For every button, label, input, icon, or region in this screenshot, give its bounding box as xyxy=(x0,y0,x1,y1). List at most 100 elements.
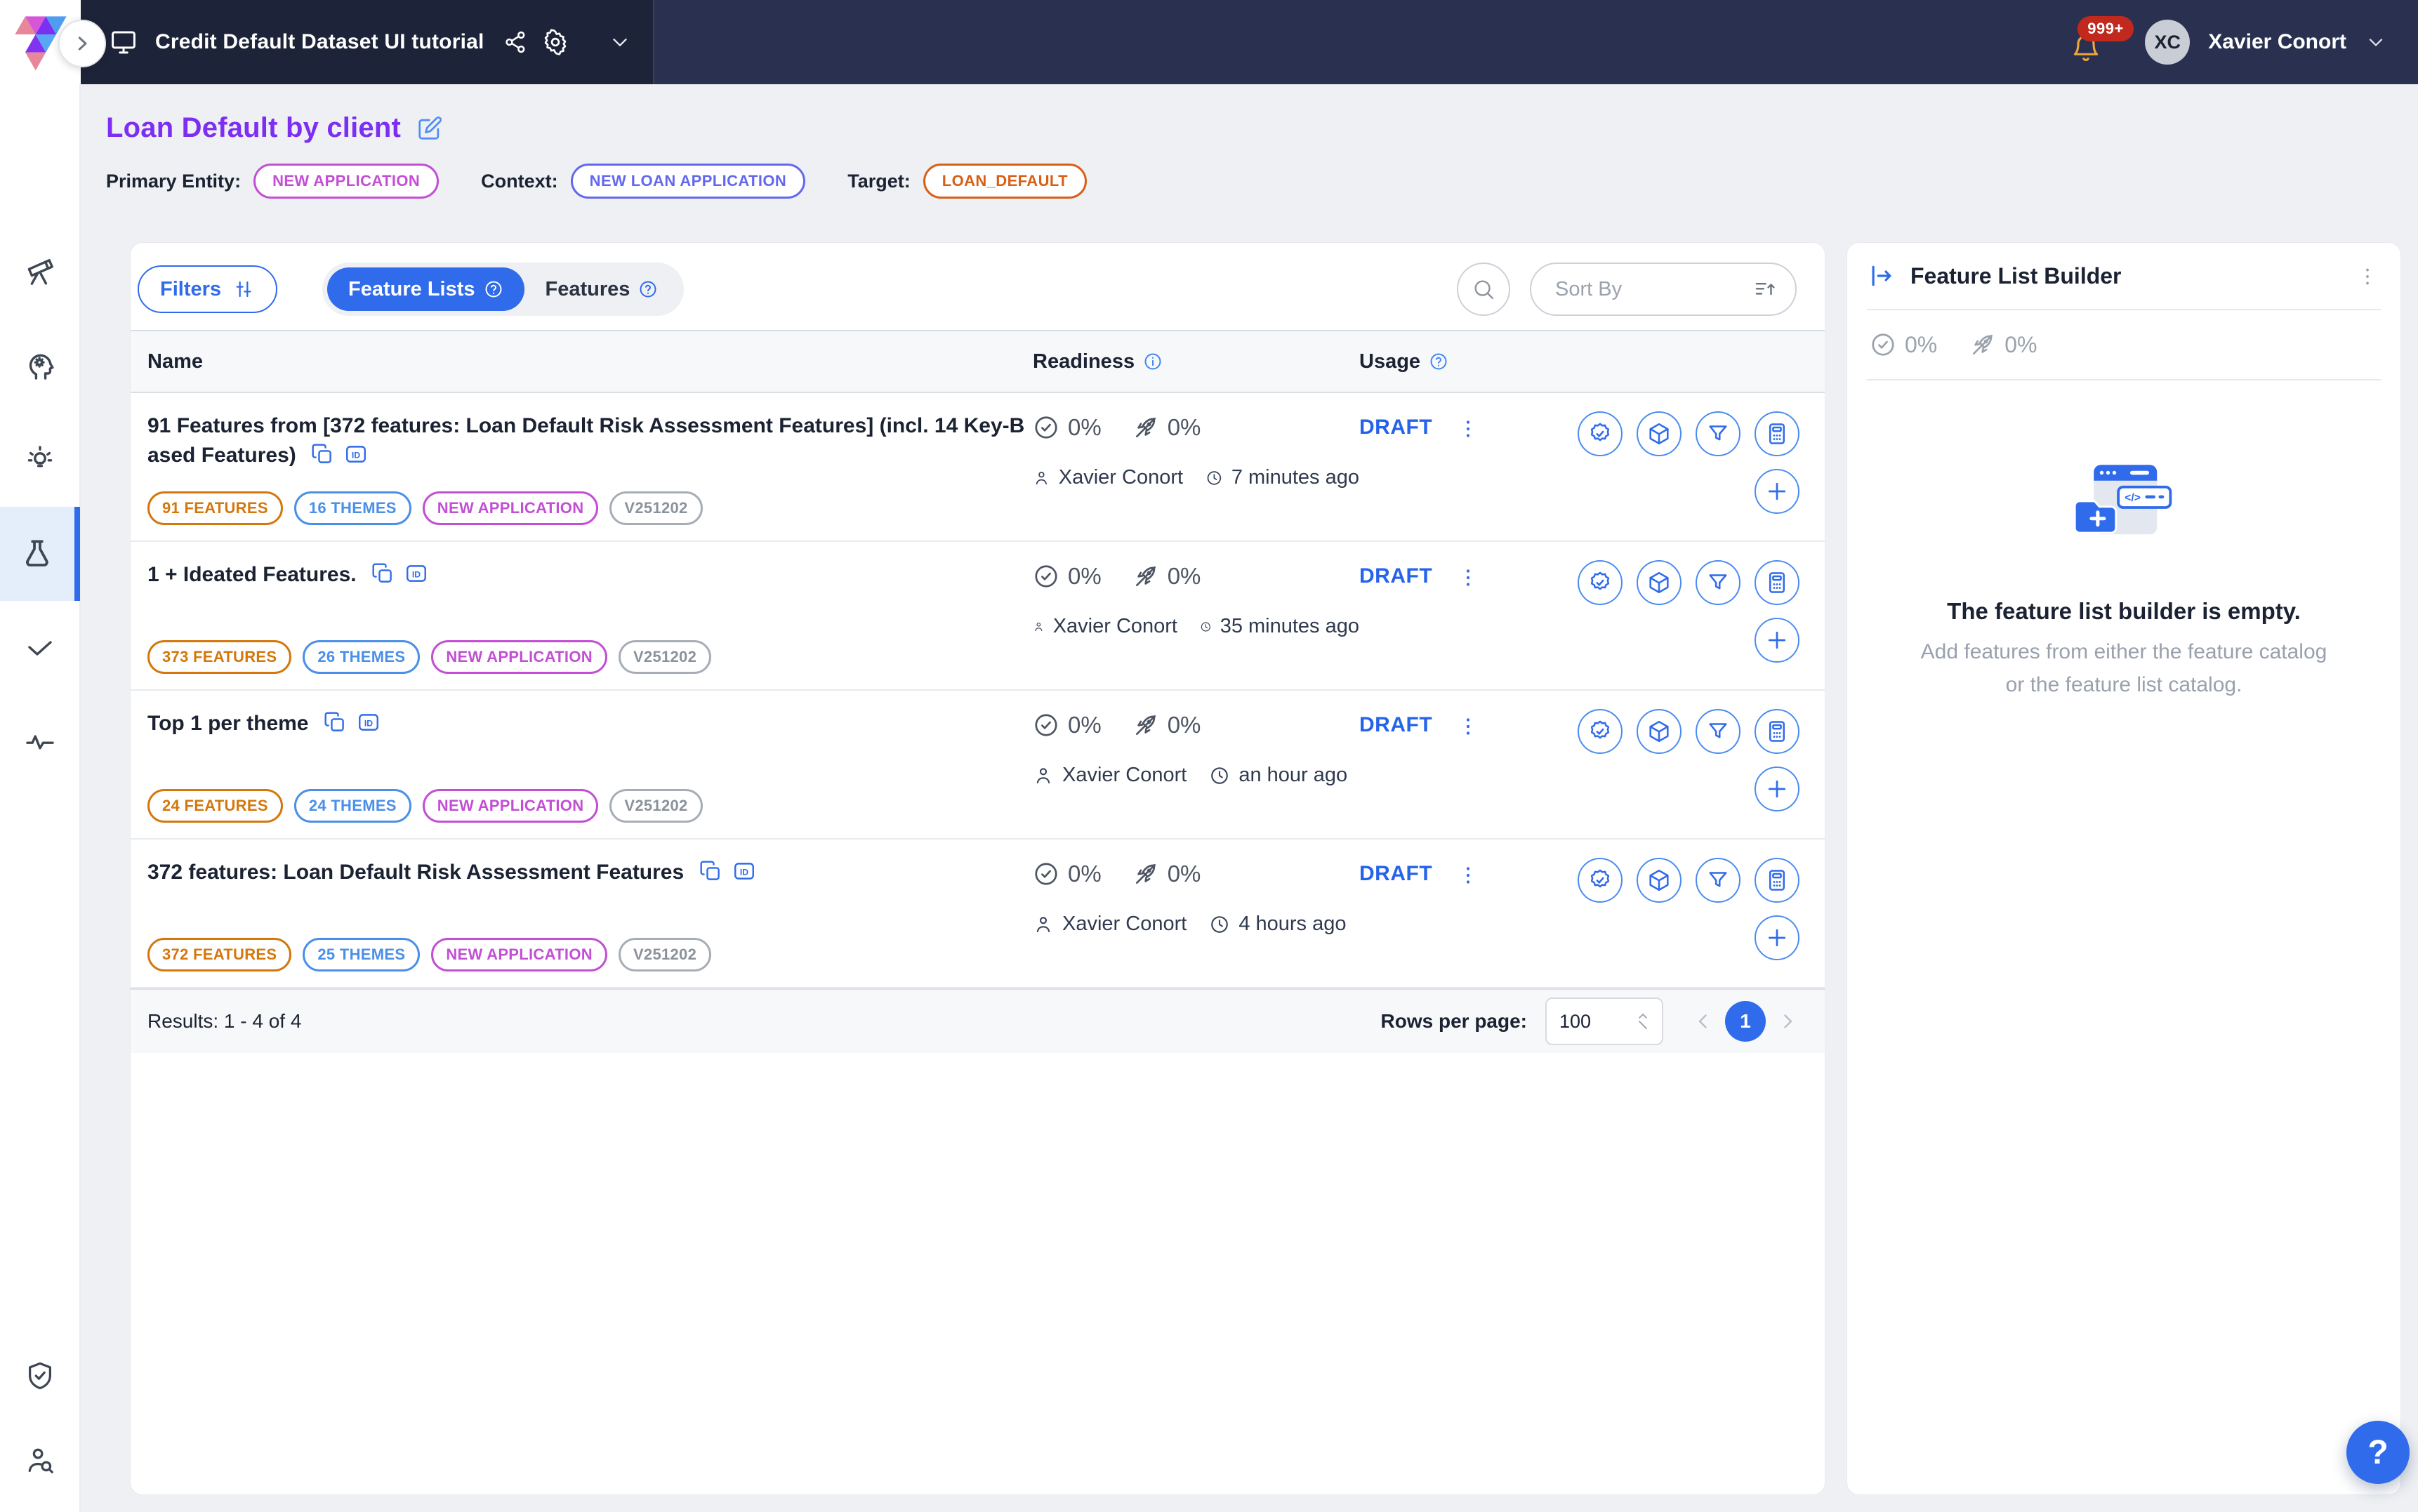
deploy-action-button[interactable] xyxy=(1637,709,1682,754)
help-button[interactable]: ? xyxy=(2346,1421,2410,1484)
sort-by-dropdown[interactable]: Sort By xyxy=(1530,263,1797,316)
tab-feature-lists[interactable]: Feature Lists xyxy=(327,267,524,311)
copy-id-icon[interactable]: ID xyxy=(732,859,756,883)
add-to-builder-button[interactable] xyxy=(1755,767,1799,811)
share-icon[interactable] xyxy=(503,29,528,55)
notifications-button[interactable]: 999+ xyxy=(2069,18,2108,67)
tab-features[interactable]: Features xyxy=(524,267,680,311)
top-navbar: Credit Default Dataset UI tutorial 999+ … xyxy=(0,0,2418,84)
filter-action-button[interactable] xyxy=(1696,560,1740,605)
row-meta: Xavier Conort 35 minutes ago xyxy=(1033,615,1359,638)
question-circle-icon xyxy=(484,279,503,299)
filter-action-button[interactable] xyxy=(1696,858,1740,903)
compute-action-button[interactable] xyxy=(1755,560,1799,605)
funnel-icon xyxy=(1705,719,1731,744)
features-count-badge: 373 FEATURES xyxy=(147,640,291,674)
row-kebab-menu-icon[interactable] xyxy=(1456,863,1480,887)
plus-icon xyxy=(1764,627,1790,654)
copy-name-icon[interactable] xyxy=(371,562,395,585)
column-header-name[interactable]: Name xyxy=(131,350,1033,373)
filter-action-button[interactable] xyxy=(1696,411,1740,456)
user-icon xyxy=(1033,914,1054,935)
project-selector[interactable]: Credit Default Dataset UI tutorial xyxy=(81,0,653,84)
sidebar-item-monitor[interactable] xyxy=(0,695,80,789)
telescope-icon xyxy=(23,255,57,289)
row-author: Xavier Conort xyxy=(1053,615,1177,638)
sidebar-item-user-audit[interactable] xyxy=(0,1418,80,1502)
readiness-action-button[interactable] xyxy=(1578,411,1623,456)
feature-list-row: 91 Features from [372 features: Loan Def… xyxy=(131,393,1825,542)
page-next-icon[interactable] xyxy=(1776,1009,1799,1033)
filter-action-button[interactable] xyxy=(1696,709,1740,754)
sidebar-expand-button[interactable] xyxy=(58,20,106,67)
plus-icon xyxy=(1764,478,1790,505)
cube-icon xyxy=(1646,719,1672,744)
search-icon xyxy=(1472,277,1495,301)
copy-name-icon[interactable] xyxy=(699,859,722,883)
filters-button[interactable]: Filters xyxy=(138,265,277,313)
copy-id-icon[interactable]: ID xyxy=(357,710,381,734)
builder-kebab-menu-icon[interactable] xyxy=(2356,265,2379,289)
rows-per-page-select[interactable]: 100 xyxy=(1545,997,1663,1045)
online-metric: 0% xyxy=(1132,414,1201,441)
compute-action-button[interactable] xyxy=(1755,411,1799,456)
sidebar-item-knowledge[interactable] xyxy=(0,319,80,413)
builder-title: Feature List Builder xyxy=(1910,263,2122,289)
seal-check-icon xyxy=(1587,570,1613,595)
feature-list-name[interactable]: Top 1 per theme xyxy=(147,712,308,735)
deploy-action-button[interactable] xyxy=(1637,411,1682,456)
rocket-off-icon xyxy=(1132,712,1159,738)
sidebar-item-validate[interactable] xyxy=(0,601,80,695)
readiness-action-button[interactable] xyxy=(1578,858,1623,903)
feature-list-name[interactable]: 372 features: Loan Default Risk Assessme… xyxy=(147,861,684,884)
copy-id-icon[interactable]: ID xyxy=(344,442,368,466)
builder-readiness-value: 0% xyxy=(1905,332,1937,358)
feature-list-name[interactable]: 91 Features from [372 features: Loan Def… xyxy=(147,414,1024,467)
user-icon xyxy=(1033,467,1050,489)
user-menu-chevron-down-icon[interactable] xyxy=(2365,31,2387,53)
page-number-button[interactable]: 1 xyxy=(1725,1001,1766,1042)
cube-icon xyxy=(1646,868,1672,893)
row-kebab-menu-icon[interactable] xyxy=(1456,715,1480,738)
edit-pencil-icon[interactable] xyxy=(416,115,443,142)
copy-name-icon[interactable] xyxy=(323,710,347,734)
row-updated: 7 minutes ago xyxy=(1231,466,1359,489)
readiness-action-button[interactable] xyxy=(1578,560,1623,605)
add-to-builder-button[interactable] xyxy=(1755,469,1799,514)
feature-list-name[interactable]: 1 + Ideated Features. xyxy=(147,563,357,586)
rows-per-page-value: 100 xyxy=(1559,1011,1591,1033)
list-toolbar: Filters Feature Lists Features xyxy=(138,263,1797,316)
panel-collapse-arrow-icon[interactable] xyxy=(1868,263,1895,289)
row-kebab-menu-icon[interactable] xyxy=(1456,417,1480,441)
svg-text:ID: ID xyxy=(740,867,748,877)
user-avatar[interactable]: XC xyxy=(2145,20,2190,65)
cube-icon xyxy=(1646,570,1672,595)
sidebar-item-ideate[interactable] xyxy=(0,413,80,507)
deploy-action-button[interactable] xyxy=(1637,858,1682,903)
add-to-builder-button[interactable] xyxy=(1755,618,1799,663)
deploy-action-button[interactable] xyxy=(1637,560,1682,605)
add-to-builder-button[interactable] xyxy=(1755,915,1799,960)
copy-name-icon[interactable] xyxy=(310,442,334,466)
row-kebab-menu-icon[interactable] xyxy=(1456,566,1480,590)
page-previous-icon[interactable] xyxy=(1691,1009,1715,1033)
readiness-action-button[interactable] xyxy=(1578,709,1623,754)
column-header-usage[interactable]: Usage xyxy=(1359,350,1825,373)
page-title: Loan Default by client xyxy=(106,112,401,144)
project-chevron-down-icon[interactable] xyxy=(608,30,632,54)
column-header-readiness[interactable]: Readiness xyxy=(1033,350,1359,373)
copy-id-icon[interactable]: ID xyxy=(404,562,428,585)
settings-gear-icon[interactable] xyxy=(542,29,569,55)
readiness-metric: 0% xyxy=(1033,861,1102,887)
compute-action-button[interactable] xyxy=(1755,709,1799,754)
entity-badge: NEW APPLICATION xyxy=(431,938,607,971)
compute-action-button[interactable] xyxy=(1755,858,1799,903)
spinner-chevrons-icon xyxy=(1634,1012,1652,1030)
row-updated: an hour ago xyxy=(1238,764,1347,787)
readiness-check-circle-icon xyxy=(1870,331,1896,358)
sidebar-item-experiment-active[interactable] xyxy=(0,507,80,601)
search-button[interactable] xyxy=(1457,263,1510,316)
sidebar-item-explore[interactable] xyxy=(0,225,80,319)
sidebar-item-governance[interactable] xyxy=(0,1334,80,1418)
themes-count-badge: 24 THEMES xyxy=(294,789,411,823)
